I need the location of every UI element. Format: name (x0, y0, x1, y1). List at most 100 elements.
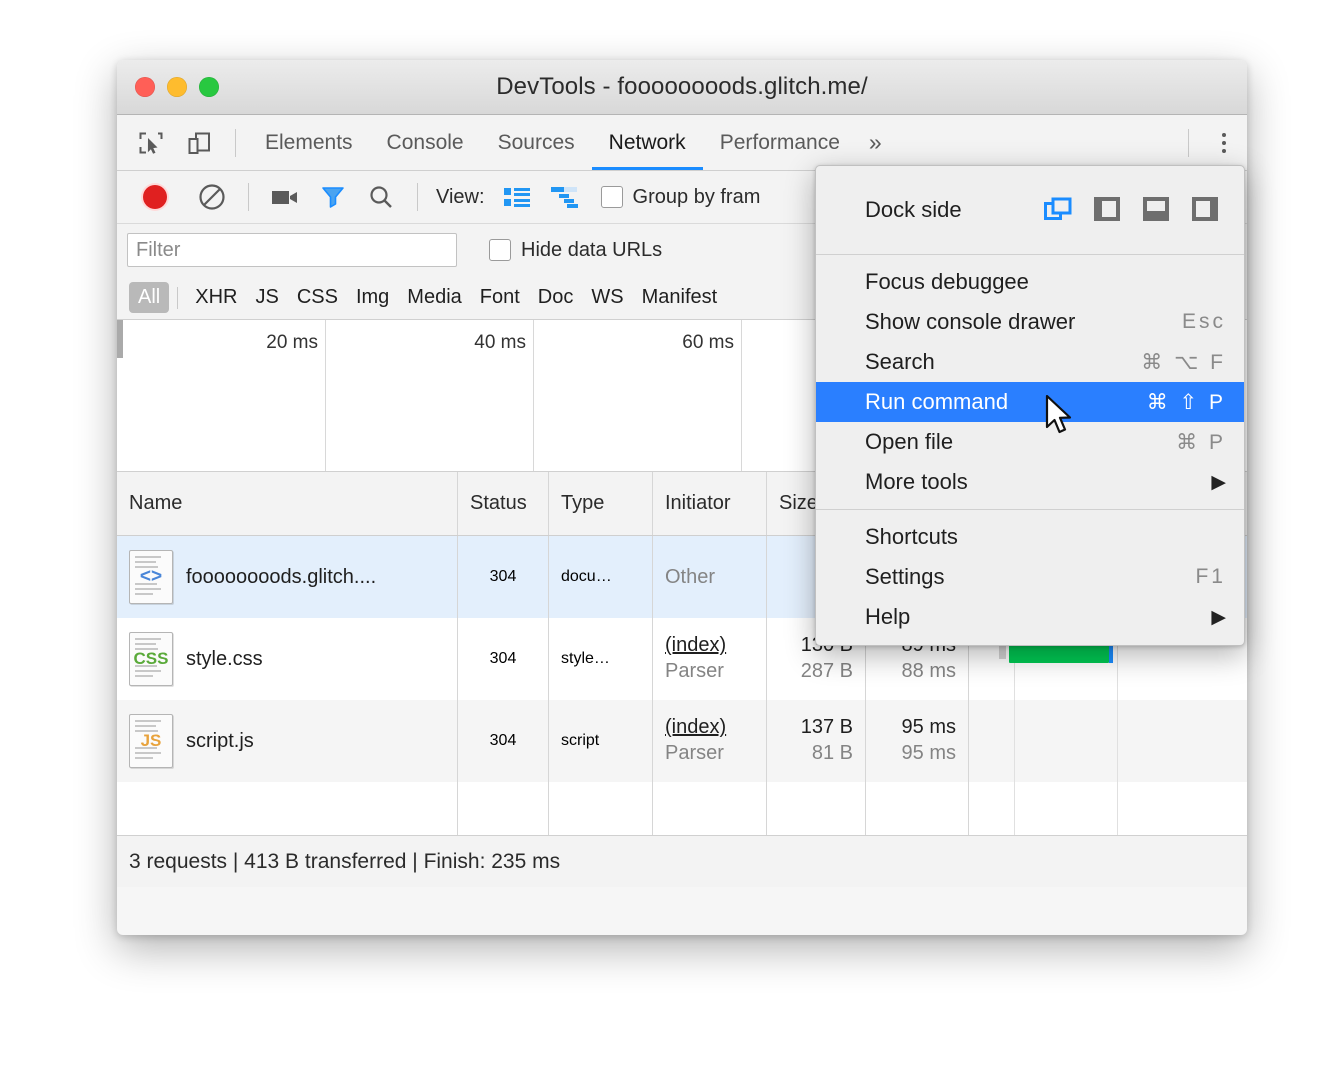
mouse-pointer-icon (1045, 395, 1075, 442)
menu-item-shortcut: ⌘ ⇧ P (1147, 390, 1226, 415)
menu-item-focus-debuggee[interactable]: Focus debuggee (816, 262, 1244, 302)
undock-into-separate-window-icon[interactable] (1044, 196, 1072, 224)
request-type: script (549, 700, 653, 782)
tab-network[interactable]: Network (592, 115, 703, 170)
request-status: 304 (458, 618, 549, 700)
customize-devtools-menu: Dock side (815, 165, 1245, 646)
hide-data-urls-label: Hide data URLs (521, 239, 662, 262)
column-header-name[interactable]: Name (117, 472, 458, 535)
empty-cell-size (767, 782, 866, 835)
type-filter-ws[interactable]: WS (582, 282, 632, 313)
tab-elements[interactable]: Elements (248, 115, 370, 170)
type-filter-manifest[interactable]: Manifest (633, 282, 727, 313)
request-name-cell[interactable]: JS script.js (117, 700, 458, 782)
group-by-frame-checkbox-wrap[interactable]: Group by fram (601, 186, 761, 209)
request-waterfall (969, 700, 1247, 782)
type-filter-css[interactable]: CSS (288, 282, 347, 313)
column-header-status[interactable]: Status (458, 472, 549, 535)
hide-data-urls-checkbox-wrap[interactable]: Hide data URLs (489, 239, 662, 262)
customize-devtools-kebab-icon[interactable] (1201, 120, 1247, 166)
request-name: style.css (186, 648, 263, 671)
menu-item-label: Settings (865, 564, 945, 590)
more-tabs-chevron-icon[interactable]: » (857, 129, 894, 156)
list-view-icon[interactable] (496, 176, 538, 218)
group-by-frame-checkbox[interactable] (601, 186, 623, 208)
menu-item-more-tools[interactable]: More tools ▶ (816, 462, 1244, 502)
menu-item-show-console-drawer[interactable]: Show console drawer Esc (816, 302, 1244, 342)
menu-item-run-command[interactable]: Run command ⌘ ⇧ P (816, 382, 1244, 422)
device-toolbar-icon[interactable] (178, 122, 220, 164)
record-button[interactable] (134, 176, 176, 218)
type-filter-media[interactable]: Media (398, 282, 470, 313)
column-header-type[interactable]: Type (549, 472, 653, 535)
dock-to-right-icon[interactable] (1191, 196, 1219, 224)
column-header-initiator[interactable]: Initiator (653, 472, 767, 535)
css-file-icon: CSS (129, 632, 173, 686)
capture-screenshots-camera-icon[interactable] (264, 176, 306, 218)
filter-input[interactable] (127, 233, 457, 267)
request-name: script.js (186, 730, 254, 753)
window-title: DevTools - foooooooods.glitch.me/ (117, 73, 1247, 101)
menu-item-shortcuts[interactable]: Shortcuts (816, 517, 1244, 557)
menu-item-label: Search (865, 349, 935, 375)
type-filter-font[interactable]: Font (471, 282, 529, 313)
menu-item-search[interactable]: Search ⌘ ⌥ F (816, 342, 1244, 382)
menu-item-open-file[interactable]: Open file ⌘ P (816, 422, 1244, 462)
minimize-window-button[interactable] (167, 77, 187, 97)
type-filter-doc[interactable]: Doc (529, 282, 583, 313)
request-name: foooooooods.glitch.... (186, 566, 376, 589)
hide-data-urls-checkbox[interactable] (489, 239, 511, 261)
initiator-link[interactable]: (index) (665, 715, 754, 741)
time-secondary: 88 ms (902, 659, 956, 685)
type-filter-js[interactable]: JS (246, 282, 287, 313)
request-status: 304 (458, 536, 549, 618)
request-initiator[interactable]: (index) Parser (653, 618, 767, 700)
tab-performance[interactable]: Performance (703, 115, 857, 170)
js-file-icon: JS (129, 714, 173, 768)
toolbar-divider-right (1188, 129, 1189, 157)
table-empty-area (117, 782, 1247, 835)
menu-item-label: Shortcuts (865, 524, 958, 550)
view-label: View: (436, 186, 485, 209)
request-initiator[interactable]: (index) Parser (653, 700, 767, 782)
search-icon[interactable] (360, 176, 402, 218)
menu-item-label: Open file (865, 429, 953, 455)
empty-cell-name (117, 782, 458, 835)
dock-to-bottom-icon[interactable] (1142, 196, 1170, 224)
overview-tick-20ms: 20 ms (266, 332, 318, 354)
type-filter-img[interactable]: Img (347, 282, 398, 313)
waterfall-view-icon[interactable] (544, 176, 586, 218)
clear-icon[interactable] (191, 176, 233, 218)
dock-side-row: Dock side (816, 172, 1244, 247)
menu-item-settings[interactable]: Settings F1 (816, 557, 1244, 597)
request-type: docu… (549, 536, 653, 618)
menu-item-help[interactable]: Help ▶ (816, 597, 1244, 637)
overview-tick-60ms: 60 ms (682, 332, 734, 354)
tab-console[interactable]: Console (370, 115, 481, 170)
size-secondary: 81 B (812, 741, 853, 767)
tab-sources[interactable]: Sources (481, 115, 592, 170)
empty-cell-initiator (653, 782, 767, 835)
table-row[interactable]: JS script.js 304 script (index) Parser 1… (117, 700, 1247, 782)
empty-cell-time (866, 782, 969, 835)
initiator-secondary: Parser (665, 659, 754, 685)
menu-item-shortcut: ⌘ P (1176, 430, 1226, 455)
request-name-cell[interactable]: <> foooooooods.glitch.... (117, 536, 458, 618)
dock-to-left-icon[interactable] (1093, 196, 1121, 224)
type-filter-all[interactable]: All (129, 282, 169, 313)
request-name-cell[interactable]: CSS style.css (117, 618, 458, 700)
request-type: style… (549, 618, 653, 700)
zoom-window-button[interactable] (199, 77, 219, 97)
menu-item-shortcut: F1 (1195, 565, 1226, 589)
request-initiator: Other (653, 536, 767, 618)
menu-item-label: Help (865, 604, 910, 630)
group-by-frame-label: Group by fram (633, 186, 761, 209)
filter-funnel-icon[interactable] (312, 176, 354, 218)
close-window-button[interactable] (135, 77, 155, 97)
type-filter-xhr[interactable]: XHR (186, 282, 246, 313)
inspect-element-icon[interactable] (130, 122, 172, 164)
empty-cell-status (458, 782, 549, 835)
submenu-arrow-icon: ▶ (1211, 606, 1226, 629)
initiator-link[interactable]: (index) (665, 633, 754, 659)
request-time: 95 ms 95 ms (866, 700, 969, 782)
